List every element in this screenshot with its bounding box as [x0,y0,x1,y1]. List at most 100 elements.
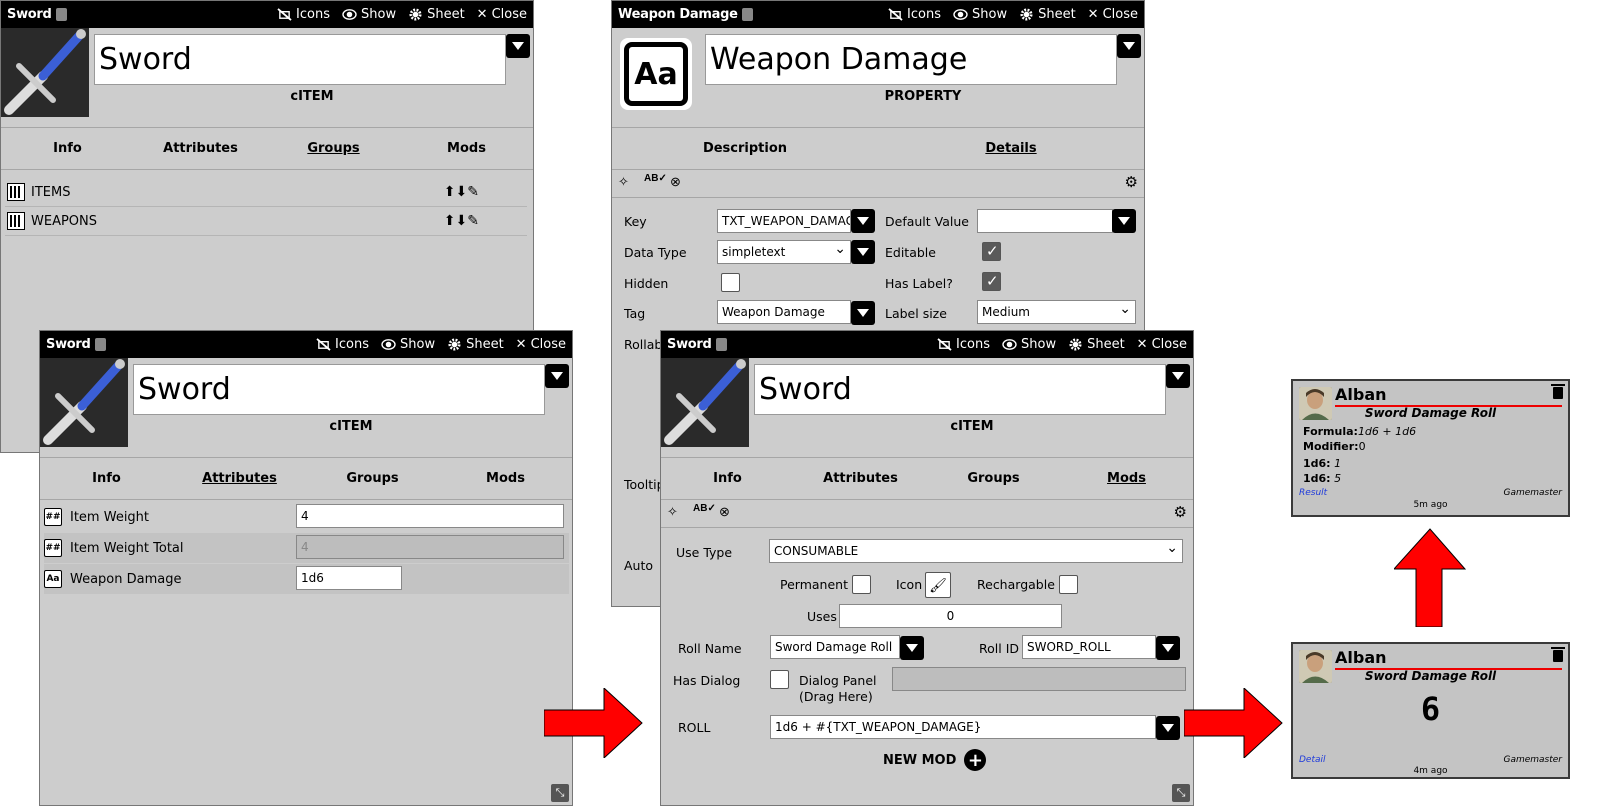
use-type-select[interactable]: CONSUMABLE [769,539,1183,563]
edit-icon[interactable]: ✎ [467,184,479,200]
label-size-select[interactable]: Medium [977,300,1136,324]
settings-gear-icon[interactable]: ⚙ [1125,173,1138,191]
magic-wand-icon[interactable]: ✧ [618,174,629,190]
spellcheck-icon[interactable]: AB✓ [644,173,667,184]
close-button[interactable]: ✕ Close [1088,7,1138,22]
detail-link[interactable]: Detail [1299,755,1326,765]
tab-groups[interactable]: Groups [306,471,439,486]
group-icon [7,183,25,201]
close-button[interactable]: ✕ Close [1137,337,1187,352]
item-name-input[interactable]: Sword [133,364,545,415]
move-up-icon[interactable]: ⬆ [444,213,456,229]
tab-mods[interactable]: Mods [400,141,533,156]
move-down-icon[interactable]: ⬇ [456,184,468,200]
sheet-button[interactable]: Sheet [447,337,504,352]
property-logo-inner: Aa [624,42,688,106]
roll-name-dropdown-button[interactable] [900,636,924,660]
tab-attributes[interactable]: Attributes [134,141,267,156]
tab-groups[interactable]: Groups [927,471,1060,486]
move-up-icon[interactable]: ⬆ [444,184,456,200]
tab-mods[interactable]: Mods [439,471,572,486]
settings-gear-icon[interactable]: ⚙ [1174,503,1187,521]
tab-mods[interactable]: Mods [1060,471,1193,486]
sword-window-attributes: Sword Icons Show Sheet ✕ Close Sword cITE… [39,330,573,806]
name-dropdown-button[interactable] [1166,364,1190,388]
name-dropdown-button[interactable] [545,364,569,388]
title-bar[interactable]: Sword Icons Show Sheet ✕ Close [40,331,572,358]
move-down-icon[interactable]: ⬇ [456,213,468,229]
trash-icon[interactable] [1551,384,1565,399]
default-value-input[interactable] [977,209,1113,233]
has-label-checkbox[interactable] [982,272,1001,291]
datatype-dropdown-button[interactable] [851,240,875,264]
title-bar[interactable]: Sword Icons Show Sheet ✕ Close [1,1,533,28]
roll-id-dropdown-button[interactable] [1156,636,1180,660]
editable-checkbox[interactable] [982,242,1001,261]
icons-button[interactable]: Icons [277,7,330,22]
tag-input[interactable]: Weapon Damage [717,300,851,324]
roll-name-input[interactable]: Sword Damage Roll [770,635,900,659]
show-button[interactable]: Show [381,337,435,352]
magic-wand-icon[interactable]: ✧ [667,504,678,520]
tab-description[interactable]: Description [612,141,878,156]
tab-groups[interactable]: Groups [267,141,400,156]
icon-picker[interactable]: 🖌 [925,572,951,598]
close-button[interactable]: ✕ Close [477,7,527,22]
spellcheck-icon[interactable]: AB✓ [693,503,716,514]
dialog-panel-dropzone[interactable] [892,667,1186,691]
roll-details: Formula:1d6 + 1d6 Modifier:0 1d6: 1 1d6:… [1303,425,1416,486]
default-value-dropdown-button[interactable] [1112,209,1136,233]
rechargable-checkbox[interactable] [1059,575,1078,594]
property-name-input[interactable]: Weapon Damage [705,34,1117,85]
uses-input[interactable]: 0 [839,604,1062,628]
title-bar[interactable]: Sword Icons Show Sheet ✕ Close [661,331,1193,358]
item-portrait[interactable] [661,358,749,447]
name-dropdown-button[interactable] [506,34,530,58]
trash-icon[interactable] [1551,647,1565,662]
new-mod-button[interactable]: NEW MOD + [883,749,987,771]
sheet-button[interactable]: Sheet [1068,337,1125,352]
result-link[interactable]: Result [1299,488,1327,498]
show-button-label: Show [1021,337,1057,352]
roll-formula-input[interactable]: 1d6 + #{TXT_WEAPON_DAMAGE} [770,715,1156,739]
roll-id-input[interactable]: SWORD_ROLL [1022,635,1156,659]
tab-info[interactable]: Info [661,471,794,486]
tab-details[interactable]: Details [878,141,1144,156]
close-button[interactable]: ✕ Close [516,337,566,352]
item-weight-input[interactable]: 4 [296,504,564,528]
tab-attributes[interactable]: Attributes [794,471,927,486]
edit-icon[interactable]: ✎ [467,213,479,229]
item-name-input[interactable]: Sword [94,34,506,85]
title-bar[interactable]: Weapon Damage Icons Show Sheet ✕ Close [612,1,1144,28]
show-button[interactable]: Show [342,7,396,22]
icons-button[interactable]: Icons [937,337,990,352]
has-dialog-checkbox[interactable] [770,670,789,689]
show-button[interactable]: Show [953,7,1007,22]
permanent-checkbox[interactable] [852,575,871,594]
icons-button[interactable]: Icons [316,337,369,352]
tab-info[interactable]: Info [1,141,134,156]
key-input[interactable]: TXT_WEAPON_DAMAGE [717,209,851,233]
tag-dropdown-button[interactable] [851,301,875,325]
resize-handle-icon[interactable]: ⤡ [1172,784,1190,802]
item-portrait[interactable] [40,358,128,447]
resize-handle-icon[interactable]: ⤡ [551,784,569,802]
speaker-name: Alban [1335,648,1387,667]
datatype-select[interactable]: simpletext [717,240,851,264]
clear-icon[interactable]: ⊗ [719,504,730,520]
show-button[interactable]: Show [1002,337,1056,352]
clear-icon[interactable]: ⊗ [670,174,681,190]
name-dropdown-button[interactable] [1117,34,1141,58]
item-name-input[interactable]: Sword [754,364,1166,415]
roll-formula-dropdown-button[interactable] [1156,716,1180,740]
tab-attributes[interactable]: Attributes [173,471,306,486]
key-dropdown-button[interactable] [851,209,875,233]
item-portrait[interactable] [1,28,89,117]
close-icon: ✕ [1087,7,1099,22]
weapon-damage-input[interactable]: 1d6 [296,566,402,590]
icons-button[interactable]: Icons [888,7,941,22]
tab-info[interactable]: Info [40,471,173,486]
sheet-button[interactable]: Sheet [408,7,465,22]
hidden-checkbox[interactable] [721,273,740,292]
sheet-button[interactable]: Sheet [1019,7,1076,22]
